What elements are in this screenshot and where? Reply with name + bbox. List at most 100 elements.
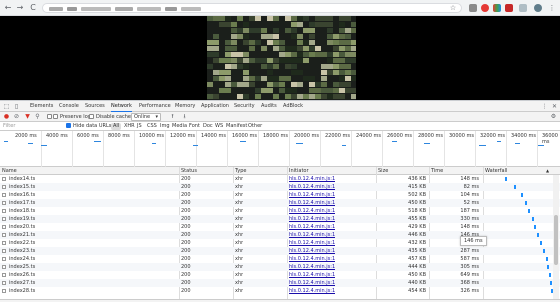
- request-name[interactable]: index18.ts: [9, 207, 35, 215]
- column-size[interactable]: Size: [378, 167, 388, 175]
- table-row[interactable]: index24.ts 200 xhr hls.0.12.4.min.js:1 457 K…: [0, 255, 560, 263]
- table-row[interactable]: index16.ts 200 xhr hls.0.12.4.min.js:1 502 K…: [0, 191, 560, 199]
- table-row[interactable]: index18.ts 200 xhr hls.0.12.4.min.js:1 518 K…: [0, 207, 560, 215]
- table-row[interactable]: index20.ts 200 xhr hls.0.12.4.min.js:1 429 K…: [0, 223, 560, 231]
- disable-cache-checkbox[interactable]: Disable cache: [89, 112, 131, 122]
- table-row[interactable]: index25.ts 200 xhr hls.0.12.4.min.js:1 444 K…: [0, 263, 560, 271]
- request-initiator[interactable]: hls.0.12.4.min.js:1: [289, 191, 335, 199]
- filter-type-ws[interactable]: WS: [215, 122, 223, 131]
- tab-application[interactable]: Application: [201, 101, 229, 112]
- sort-icon[interactable]: ▲: [546, 167, 549, 175]
- request-initiator[interactable]: hls.0.12.4.min.js:1: [289, 287, 335, 295]
- request-initiator[interactable]: hls.0.12.4.min.js:1: [289, 207, 335, 215]
- extension-icon[interactable]: [505, 4, 513, 12]
- search-icon[interactable]: ⚲: [33, 112, 42, 121]
- filter-type-js[interactable]: JS: [137, 122, 142, 131]
- forward-icon[interactable]: →: [15, 3, 25, 13]
- request-initiator[interactable]: hls.0.12.4.min.js:1: [289, 215, 335, 223]
- request-name[interactable]: index20.ts: [9, 223, 35, 231]
- import-icon[interactable]: ⭱: [168, 112, 177, 121]
- request-name[interactable]: index26.ts: [9, 271, 35, 279]
- request-initiator[interactable]: hls.0.12.4.min.js:1: [289, 183, 335, 191]
- star-icon[interactable]: ☆: [448, 3, 458, 13]
- export-icon[interactable]: ⭳: [180, 112, 189, 121]
- extension-icon[interactable]: [469, 4, 477, 12]
- more-icon[interactable]: ⋮: [547, 3, 557, 13]
- request-name[interactable]: index28.ts: [9, 287, 35, 295]
- column-waterfall[interactable]: Waterfall: [485, 167, 507, 175]
- scrollbar[interactable]: [553, 175, 559, 302]
- filter-icon[interactable]: ▼: [23, 112, 32, 121]
- checkbox[interactable]: [89, 114, 94, 119]
- extension-icon[interactable]: [493, 4, 501, 12]
- more-icon[interactable]: ⋮: [540, 102, 549, 111]
- scrollbar-thumb[interactable]: [554, 215, 558, 265]
- adblock-icon[interactable]: [481, 4, 489, 12]
- filter-type-doc[interactable]: Doc: [203, 122, 213, 131]
- gear-icon[interactable]: ⚙: [549, 112, 558, 121]
- request-name[interactable]: index23.ts: [9, 247, 35, 255]
- request-name[interactable]: index24.ts: [9, 255, 35, 263]
- column-status[interactable]: Status: [181, 167, 197, 175]
- request-initiator[interactable]: hls.0.12.4.min.js:1: [289, 247, 335, 255]
- extension-icon[interactable]: [519, 4, 527, 12]
- filter-input[interactable]: Filter: [3, 122, 61, 131]
- request-name[interactable]: index19.ts: [9, 215, 35, 223]
- request-name[interactable]: index25.ts: [9, 263, 35, 271]
- request-initiator[interactable]: hls.0.12.4.min.js:1: [289, 255, 335, 263]
- avatar[interactable]: [534, 4, 542, 12]
- column-name[interactable]: Name: [2, 167, 17, 175]
- request-name[interactable]: index16.ts: [9, 191, 35, 199]
- tab-security[interactable]: Security: [234, 101, 255, 112]
- tab-network[interactable]: Network: [111, 101, 132, 112]
- table-row[interactable]: index17.ts 200 xhr hls.0.12.4.min.js:1 450 K…: [0, 199, 560, 207]
- request-name[interactable]: index15.ts: [9, 183, 35, 191]
- device-toolbar-icon[interactable]: ▯: [12, 102, 21, 111]
- tab-audits[interactable]: Audits: [261, 101, 277, 112]
- throttle-select[interactable]: Online ▾: [131, 113, 161, 121]
- network-overview[interactable]: 2000 ms 4000 ms 6000 ms 8000 ms 10000 ms 1200…: [0, 131, 560, 167]
- request-initiator[interactable]: hls.0.12.4.min.js:1: [289, 223, 335, 231]
- table-row[interactable]: index26.ts 200 xhr hls.0.12.4.min.js:1 450 K…: [0, 271, 560, 279]
- filter-type-other[interactable]: Other: [248, 122, 262, 131]
- table-row[interactable]: index14.ts 200 xhr hls.0.12.4.min.js:1 436 K…: [0, 175, 560, 183]
- column-initiator[interactable]: Initiator: [289, 167, 309, 175]
- tab-adblock[interactable]: AdBlock: [283, 101, 303, 112]
- filter-type-all[interactable]: All: [111, 123, 122, 130]
- hide-data-urls-checkbox[interactable]: Hide data URLs: [66, 122, 111, 131]
- column-time[interactable]: Time: [431, 167, 443, 175]
- table-row[interactable]: index23.ts 200 xhr hls.0.12.4.min.js:1 435 K…: [0, 247, 560, 255]
- filter-type-media[interactable]: Media: [172, 122, 187, 131]
- video-player[interactable]: [207, 16, 356, 100]
- inspect-icon[interactable]: ⬚: [2, 102, 11, 111]
- tab-console[interactable]: Console: [59, 101, 79, 112]
- table-row[interactable]: index15.ts 200 xhr hls.0.12.4.min.js:1 415 K…: [0, 183, 560, 191]
- filter-type-font[interactable]: Font: [189, 122, 200, 131]
- close-icon[interactable]: ✕: [550, 102, 559, 111]
- table-row[interactable]: index28.ts 200 xhr hls.0.12.4.min.js:1 454 K…: [0, 287, 560, 295]
- table-row[interactable]: index19.ts 200 xhr hls.0.12.4.min.js:1 455 K…: [0, 215, 560, 223]
- back-icon[interactable]: ←: [3, 3, 13, 13]
- view-checkbox[interactable]: [47, 114, 52, 119]
- tab-performance[interactable]: Performance: [139, 101, 171, 112]
- request-name[interactable]: index17.ts: [9, 199, 35, 207]
- filter-type-css[interactable]: CSS: [147, 122, 157, 131]
- request-initiator[interactable]: hls.0.12.4.min.js:1: [289, 239, 335, 247]
- request-initiator[interactable]: hls.0.12.4.min.js:1: [289, 279, 335, 287]
- request-initiator[interactable]: hls.0.12.4.min.js:1: [289, 263, 335, 271]
- filter-type-manifest[interactable]: Manifest: [226, 122, 247, 131]
- request-initiator[interactable]: hls.0.12.4.min.js:1: [289, 271, 335, 279]
- request-initiator[interactable]: hls.0.12.4.min.js:1: [289, 199, 335, 207]
- request-name[interactable]: index14.ts: [9, 175, 35, 183]
- request-initiator[interactable]: hls.0.12.4.min.js:1: [289, 231, 335, 239]
- preserve-log-checkbox[interactable]: Preserve log: [53, 112, 91, 122]
- tab-sources[interactable]: Sources: [85, 101, 105, 112]
- clear-icon[interactable]: ⊘: [12, 112, 21, 121]
- tab-memory[interactable]: Memory: [175, 101, 195, 112]
- request-name[interactable]: index27.ts: [9, 279, 35, 287]
- checkbox[interactable]: [66, 123, 71, 128]
- address-bar[interactable]: ☆: [42, 3, 462, 13]
- request-name[interactable]: index21.ts: [9, 231, 35, 239]
- reload-icon[interactable]: C: [28, 3, 38, 13]
- request-name[interactable]: index22.ts: [9, 239, 35, 247]
